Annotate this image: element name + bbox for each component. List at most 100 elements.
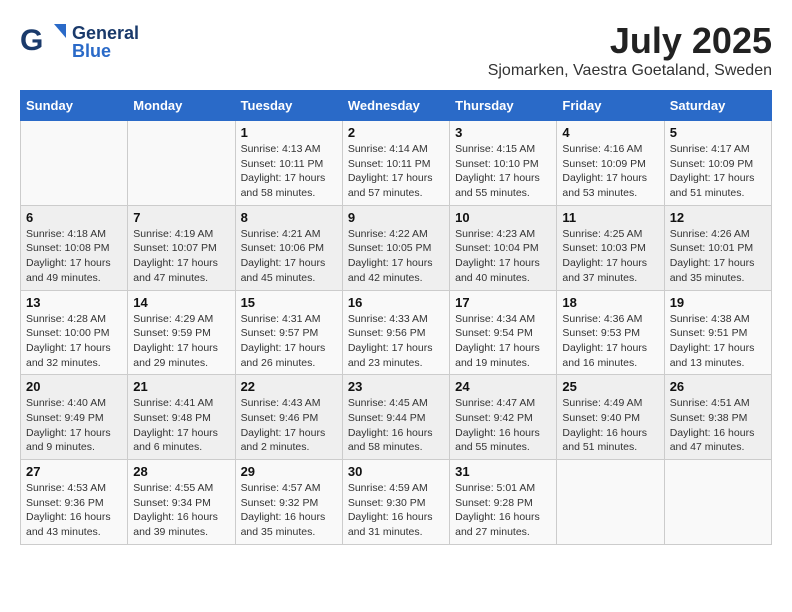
- calendar-day-cell: [664, 460, 771, 545]
- calendar-day-cell: 17 Sunrise: 4:34 AM Sunset: 9:54 PM Dayli…: [450, 290, 557, 375]
- logo-line2: Blue: [72, 42, 139, 60]
- page-header: G General Blue July 2025 Sjomarken, Vaes…: [20, 20, 772, 80]
- logo-text: General Blue: [72, 24, 139, 60]
- day-number: 21: [133, 379, 229, 394]
- day-info: Sunrise: 4:47 AM Sunset: 9:42 PM Dayligh…: [455, 396, 551, 455]
- day-number: 12: [670, 210, 766, 225]
- day-info: Sunrise: 4:49 AM Sunset: 9:40 PM Dayligh…: [562, 396, 658, 455]
- month-title: July 2025: [488, 20, 772, 62]
- day-number: 27: [26, 464, 122, 479]
- day-info: Sunrise: 4:51 AM Sunset: 9:38 PM Dayligh…: [670, 396, 766, 455]
- weekday-header-cell: Tuesday: [235, 91, 342, 121]
- calendar-day-cell: 4Sunrise: 4:16 AM Sunset: 10:09 PM Dayli…: [557, 121, 664, 206]
- day-number: 6: [26, 210, 122, 225]
- day-info: Sunrise: 4:59 AM Sunset: 9:30 PM Dayligh…: [348, 481, 444, 540]
- day-info: Sunrise: 4:17 AM Sunset: 10:09 PM Daylig…: [670, 142, 766, 201]
- calendar-week-row: 6 Sunrise: 4:18 AM Sunset: 10:08 PM Dayli…: [21, 205, 772, 290]
- day-info: Sunrise: 4:40 AM Sunset: 9:49 PM Dayligh…: [26, 396, 122, 455]
- day-info: Sunrise: 4:43 AM Sunset: 9:46 PM Dayligh…: [241, 396, 337, 455]
- calendar-day-cell: 21Sunrise: 4:41 AM Sunset: 9:48 PM Dayli…: [128, 375, 235, 460]
- day-info: Sunrise: 4:55 AM Sunset: 9:34 PM Dayligh…: [133, 481, 229, 540]
- day-number: 14: [133, 295, 229, 310]
- day-number: 13: [26, 295, 122, 310]
- calendar-day-cell: [557, 460, 664, 545]
- day-number: 1: [241, 125, 337, 140]
- weekday-header-row: SundayMondayTuesdayWednesdayThursdayFrid…: [21, 91, 772, 121]
- weekday-header-cell: Thursday: [450, 91, 557, 121]
- day-number: 18: [562, 295, 658, 310]
- calendar-day-cell: 8 Sunrise: 4:21 AM Sunset: 10:06 PM Dayli…: [235, 205, 342, 290]
- day-info: Sunrise: 4:14 AM Sunset: 10:11 PM Daylig…: [348, 142, 444, 201]
- calendar-week-row: 13 Sunrise: 4:28 AM Sunset: 10:00 PM Dayl…: [21, 290, 772, 375]
- calendar-day-cell: 16 Sunrise: 4:33 AM Sunset: 9:56 PM Dayli…: [342, 290, 449, 375]
- day-info: Sunrise: 4:15 AM Sunset: 10:10 PM Daylig…: [455, 142, 551, 201]
- calendar-day-cell: 7 Sunrise: 4:19 AM Sunset: 10:07 PM Dayli…: [128, 205, 235, 290]
- day-number: 26: [670, 379, 766, 394]
- day-info: Sunrise: 4:45 AM Sunset: 9:44 PM Dayligh…: [348, 396, 444, 455]
- logo-line1: General: [72, 24, 139, 42]
- day-number: 7: [133, 210, 229, 225]
- day-info: Sunrise: 4:22 AM Sunset: 10:05 PM Daylig…: [348, 227, 444, 286]
- day-number: 15: [241, 295, 337, 310]
- calendar-day-cell: 15 Sunrise: 4:31 AM Sunset: 9:57 PM Dayli…: [235, 290, 342, 375]
- calendar-day-cell: 27 Sunrise: 4:53 AM Sunset: 9:36 PM Dayli…: [21, 460, 128, 545]
- day-number: 31: [455, 464, 551, 479]
- logo: G General Blue: [20, 20, 139, 64]
- day-info: Sunrise: 4:34 AM Sunset: 9:54 PM Dayligh…: [455, 312, 551, 371]
- day-number: 5: [670, 125, 766, 140]
- day-info: Sunrise: 4:25 AM Sunset: 10:03 PM Daylig…: [562, 227, 658, 286]
- calendar-table: SundayMondayTuesdayWednesdayThursdayFrid…: [20, 90, 772, 545]
- day-number: 2: [348, 125, 444, 140]
- day-number: 17: [455, 295, 551, 310]
- day-info: Sunrise: 4:16 AM Sunset: 10:09 PM Daylig…: [562, 142, 658, 201]
- day-info: Sunrise: 4:23 AM Sunset: 10:04 PM Daylig…: [455, 227, 551, 286]
- day-number: 29: [241, 464, 337, 479]
- calendar-day-cell: 19Sunrise: 4:38 AM Sunset: 9:51 PM Dayli…: [664, 290, 771, 375]
- calendar-week-row: 27 Sunrise: 4:53 AM Sunset: 9:36 PM Dayli…: [21, 460, 772, 545]
- calendar-day-cell: 3 Sunrise: 4:15 AM Sunset: 10:10 PM Dayli…: [450, 121, 557, 206]
- day-info: Sunrise: 4:57 AM Sunset: 9:32 PM Dayligh…: [241, 481, 337, 540]
- calendar-day-cell: 26 Sunrise: 4:51 AM Sunset: 9:38 PM Dayli…: [664, 375, 771, 460]
- calendar-day-cell: 31 Sunrise: 5:01 AM Sunset: 9:28 PM Dayli…: [450, 460, 557, 545]
- weekday-header-cell: Wednesday: [342, 91, 449, 121]
- title-area: July 2025 Sjomarken, Vaestra Goetaland, …: [488, 20, 772, 80]
- day-number: 22: [241, 379, 337, 394]
- day-info: Sunrise: 4:21 AM Sunset: 10:06 PM Daylig…: [241, 227, 337, 286]
- calendar-day-cell: 22 Sunrise: 4:43 AM Sunset: 9:46 PM Dayli…: [235, 375, 342, 460]
- calendar-day-cell: 12 Sunrise: 4:26 AM Sunset: 10:01 PM Dayl…: [664, 205, 771, 290]
- day-info: Sunrise: 4:53 AM Sunset: 9:36 PM Dayligh…: [26, 481, 122, 540]
- calendar-week-row: 1 Sunrise: 4:13 AM Sunset: 10:11 PM Dayli…: [21, 121, 772, 206]
- day-info: Sunrise: 5:01 AM Sunset: 9:28 PM Dayligh…: [455, 481, 551, 540]
- day-number: 9: [348, 210, 444, 225]
- day-info: Sunrise: 4:18 AM Sunset: 10:08 PM Daylig…: [26, 227, 122, 286]
- day-info: Sunrise: 4:33 AM Sunset: 9:56 PM Dayligh…: [348, 312, 444, 371]
- day-info: Sunrise: 4:28 AM Sunset: 10:00 PM Daylig…: [26, 312, 122, 371]
- calendar-day-cell: 23Sunrise: 4:45 AM Sunset: 9:44 PM Dayli…: [342, 375, 449, 460]
- day-info: Sunrise: 4:26 AM Sunset: 10:01 PM Daylig…: [670, 227, 766, 286]
- calendar-week-row: 20Sunrise: 4:40 AM Sunset: 9:49 PM Dayli…: [21, 375, 772, 460]
- calendar-day-cell: 30Sunrise: 4:59 AM Sunset: 9:30 PM Dayli…: [342, 460, 449, 545]
- day-info: Sunrise: 4:19 AM Sunset: 10:07 PM Daylig…: [133, 227, 229, 286]
- calendar-day-cell: [128, 121, 235, 206]
- day-number: 3: [455, 125, 551, 140]
- calendar-day-cell: 2 Sunrise: 4:14 AM Sunset: 10:11 PM Dayli…: [342, 121, 449, 206]
- location-title: Sjomarken, Vaestra Goetaland, Sweden: [488, 62, 772, 80]
- calendar-day-cell: 24Sunrise: 4:47 AM Sunset: 9:42 PM Dayli…: [450, 375, 557, 460]
- day-number: 8: [241, 210, 337, 225]
- weekday-header-cell: Sunday: [21, 91, 128, 121]
- logo-icon: G: [20, 20, 68, 64]
- day-info: Sunrise: 4:13 AM Sunset: 10:11 PM Daylig…: [241, 142, 337, 201]
- day-number: 11: [562, 210, 658, 225]
- day-info: Sunrise: 4:36 AM Sunset: 9:53 PM Dayligh…: [562, 312, 658, 371]
- calendar-day-cell: 20Sunrise: 4:40 AM Sunset: 9:49 PM Dayli…: [21, 375, 128, 460]
- calendar-day-cell: 13 Sunrise: 4:28 AM Sunset: 10:00 PM Dayl…: [21, 290, 128, 375]
- calendar-day-cell: [21, 121, 128, 206]
- day-number: 19: [670, 295, 766, 310]
- calendar-day-cell: 28Sunrise: 4:55 AM Sunset: 9:34 PM Dayli…: [128, 460, 235, 545]
- day-number: 25: [562, 379, 658, 394]
- calendar-day-cell: 5 Sunrise: 4:17 AM Sunset: 10:09 PM Dayli…: [664, 121, 771, 206]
- calendar-day-cell: 6 Sunrise: 4:18 AM Sunset: 10:08 PM Dayli…: [21, 205, 128, 290]
- svg-text:G: G: [20, 24, 43, 57]
- day-number: 16: [348, 295, 444, 310]
- day-info: Sunrise: 4:31 AM Sunset: 9:57 PM Dayligh…: [241, 312, 337, 371]
